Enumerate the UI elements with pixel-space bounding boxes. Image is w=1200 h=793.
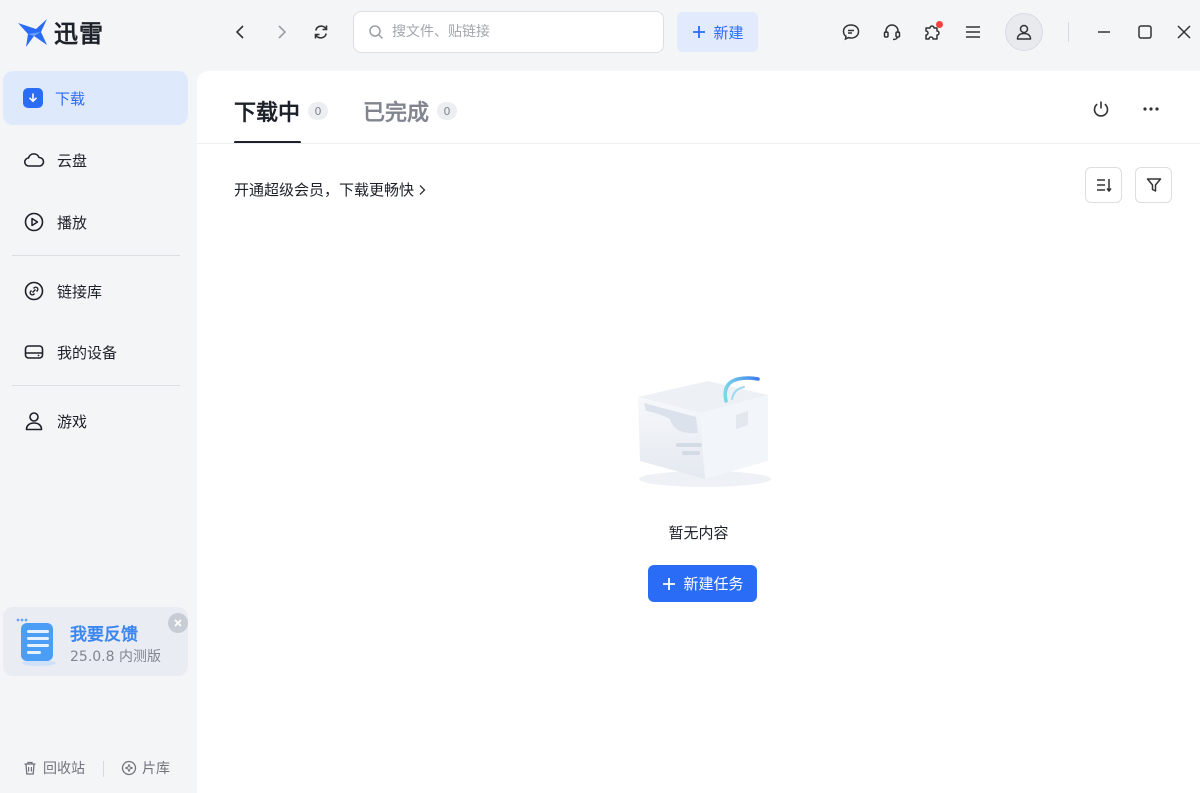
sidebar-item-label: 云盘 (57, 151, 88, 170)
feedback-close-button[interactable] (168, 613, 188, 633)
support-button[interactable] (880, 20, 904, 44)
sidebar-item-links[interactable]: 链接库 (3, 264, 188, 318)
promo-text: 开通超级会员，下载更畅快 (234, 181, 415, 199)
empty-box-illustration (630, 371, 780, 491)
new-task-label: 新建任务 (683, 575, 744, 593)
refresh-icon (314, 25, 328, 39)
power-button[interactable] (1088, 96, 1114, 122)
tab-completed[interactable]: 已完成 0 (363, 95, 458, 127)
close-icon (174, 619, 182, 627)
back-button[interactable] (229, 20, 253, 44)
close-button[interactable] (1172, 20, 1196, 44)
new-button-label: 新建 (713, 23, 744, 42)
sidebar-item-download[interactable]: 下载 (3, 71, 188, 125)
sort-button[interactable] (1085, 167, 1122, 203)
maximize-button[interactable] (1133, 20, 1157, 44)
library-link[interactable]: 片库 (121, 758, 170, 778)
plugins-button[interactable] (920, 20, 944, 44)
chevron-right-icon (278, 25, 287, 39)
plus-icon (661, 576, 677, 592)
trash-link[interactable]: 回收站 (22, 758, 85, 778)
main-panel: 下载中 0 已完成 0 开通超级会员，下载更畅快 暂无内容 新建任务 (197, 71, 1200, 793)
forward-button[interactable] (269, 20, 293, 44)
refresh-button[interactable] (309, 20, 333, 44)
sidebar-item-label: 我的设备 (57, 343, 118, 362)
vip-promo-link[interactable]: 开通超级会员，下载更畅快 (234, 179, 427, 200)
filter-icon (1146, 178, 1161, 192)
tab-count-badge: 0 (437, 102, 458, 120)
sidebar-divider (12, 255, 180, 256)
more-options-button[interactable] (1138, 96, 1164, 122)
tab-count-badge: 0 (308, 102, 329, 120)
divider (1068, 22, 1069, 42)
sidebar-item-label: 播放 (57, 213, 88, 232)
bird-logo-icon (16, 15, 50, 49)
search-icon (368, 24, 384, 40)
user-avatar[interactable] (1005, 13, 1043, 51)
trash-label: 回收站 (43, 761, 85, 777)
filter-button[interactable] (1135, 167, 1172, 203)
minimize-button[interactable] (1092, 20, 1116, 44)
close-icon (1177, 25, 1191, 39)
app-name: 迅雷 (54, 20, 104, 48)
sidebar-item-label: 下载 (55, 89, 86, 108)
hamburger-menu-icon (966, 26, 980, 38)
feedback-title: 我要反馈 (70, 625, 138, 645)
plus-icon (691, 24, 707, 40)
app-logo: 迅雷 (16, 14, 104, 49)
sidebar-item-label: 链接库 (57, 282, 103, 301)
user-icon (1016, 24, 1032, 40)
sidebar-item-cloud[interactable]: 云盘 (3, 133, 188, 187)
sidebar-divider (12, 385, 180, 386)
empty-state-text: 暂无内容 (668, 524, 729, 542)
maximize-icon (1138, 25, 1152, 39)
chevron-right-icon (417, 184, 427, 196)
sidebar-item-devices[interactable]: 我的设备 (3, 325, 188, 379)
version-label: 25.0.8 内测版 (70, 649, 161, 665)
header-divider (197, 143, 1200, 144)
search-input[interactable] (392, 24, 632, 40)
user-game-icon (23, 410, 45, 432)
device-icon (23, 341, 45, 363)
trash-icon (22, 760, 38, 776)
sidebar-item-games[interactable]: 游戏 (3, 394, 188, 448)
more-horizontal-icon (1143, 107, 1159, 111)
headset-icon (883, 24, 901, 41)
link-icon (23, 280, 45, 302)
play-icon (23, 211, 45, 233)
minimize-icon (1098, 31, 1110, 33)
sort-icon (1096, 179, 1112, 193)
divider (103, 761, 104, 777)
tab-label: 下载中 (234, 101, 301, 126)
message-button[interactable] (839, 20, 863, 44)
sidebar-item-label: 游戏 (57, 412, 88, 431)
tab-downloading[interactable]: 下载中 0 (234, 95, 329, 127)
new-task-button[interactable]: 新建任务 (648, 565, 757, 602)
power-icon (1093, 101, 1109, 117)
document-feedback-icon (15, 617, 61, 667)
menu-button[interactable] (961, 20, 985, 44)
title-bar: 迅雷 新建 (0, 0, 1200, 64)
feedback-card[interactable]: 我要反馈 25.0.8 内测版 (3, 607, 188, 676)
library-label: 片库 (142, 761, 170, 777)
search-box[interactable] (353, 11, 664, 53)
new-button[interactable]: 新建 (677, 12, 758, 52)
chevron-left-icon (235, 25, 244, 39)
chat-bubble-icon (842, 24, 860, 41)
sidebar-item-play[interactable]: 播放 (3, 195, 188, 249)
download-icon (23, 88, 43, 108)
film-library-icon (121, 760, 137, 776)
cloud-icon (23, 149, 45, 171)
sidebar: 下载 云盘 播放 链接库 我的设备 游戏 我要反馈 25.0.8 内测版 回收站… (0, 64, 197, 793)
tab-label: 已完成 (363, 101, 430, 126)
notification-dot (936, 21, 943, 28)
